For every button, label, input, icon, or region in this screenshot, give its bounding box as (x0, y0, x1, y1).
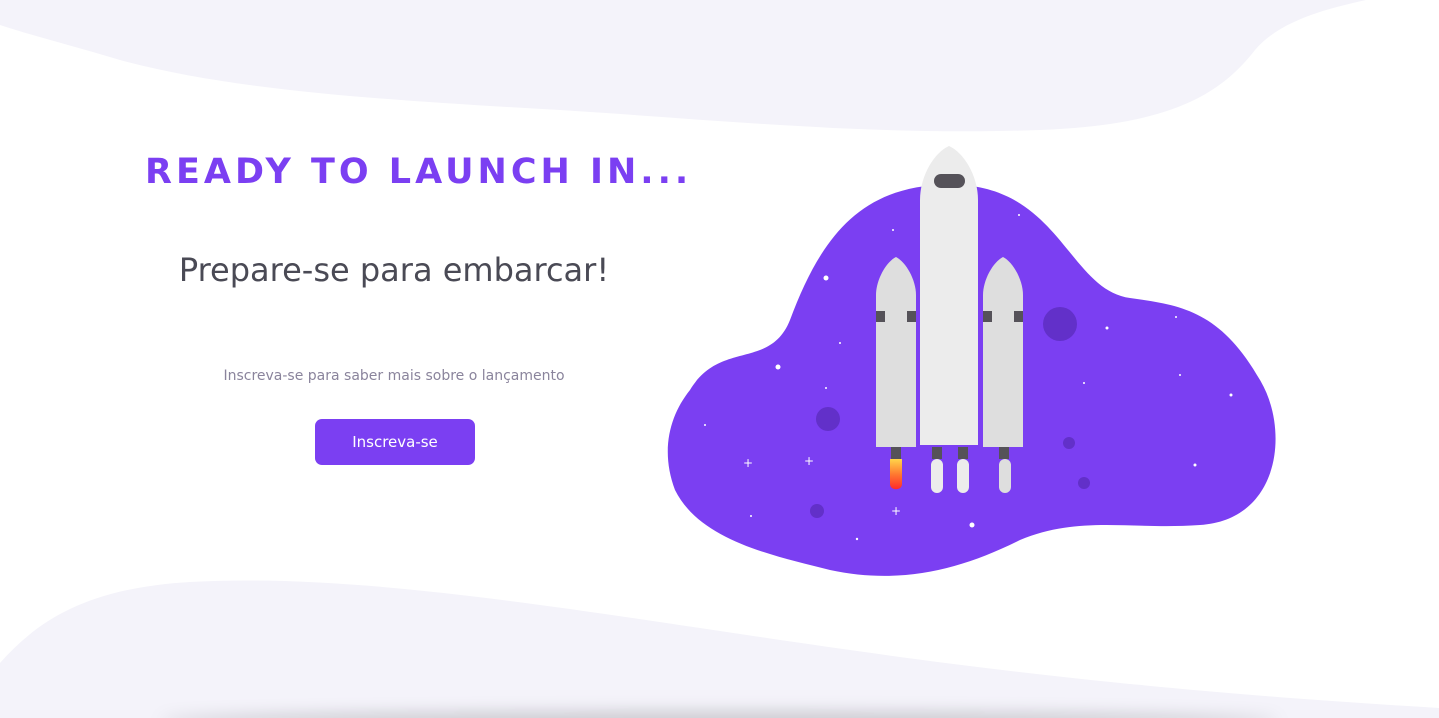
rocket-window (934, 174, 965, 188)
svg-text:+: + (743, 456, 753, 470)
svg-text:+: + (804, 454, 814, 468)
signup-button[interactable]: Inscreva-se (315, 419, 475, 465)
planet-icon (1078, 477, 1090, 489)
planet-icon (1063, 437, 1075, 449)
page-headline: READY TO LAUNCH IN... (145, 152, 693, 192)
signup-caption: Inscreva-se para saber mais sobre o lanç… (223, 368, 565, 384)
page-subtitle: Prepare-se para embarcar! (178, 251, 610, 289)
rocket-core (920, 146, 978, 493)
rocket-launch-illustration: + + + (667, 146, 1276, 576)
bottom-wave-decoration (0, 580, 1439, 718)
planet-icon (1043, 307, 1077, 341)
svg-text:+: + (891, 504, 901, 518)
planet-icon (816, 407, 840, 431)
bottom-wave-shape (0, 580, 1439, 718)
planet-icon (810, 504, 824, 518)
engine-flame (890, 459, 902, 490)
top-wave-decoration (0, 0, 1366, 132)
landing-page: READY TO LAUNCH IN... Prepare-se para em… (0, 0, 1439, 718)
top-wave-shape (0, 0, 1366, 132)
